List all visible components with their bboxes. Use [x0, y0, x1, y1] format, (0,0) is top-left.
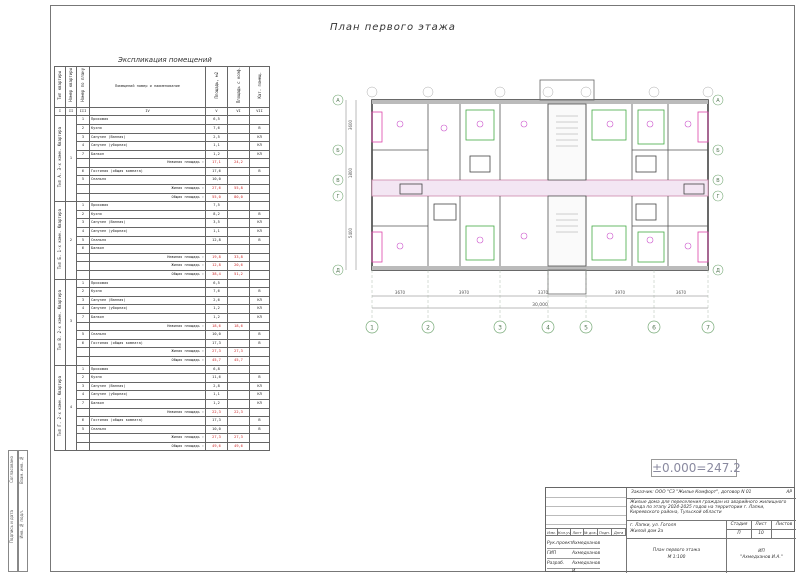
balcony: [697, 231, 709, 263]
sheet-number: 10: [751, 529, 772, 538]
role-name: Ахмедханов: [572, 550, 600, 559]
axis-marker-top: [580, 86, 592, 98]
revisions-area: Изм. Кол.уч Лист № док. Подп. Дата Рук.проект.…: [546, 488, 626, 574]
balcony: [371, 231, 383, 263]
axis-label: В: [336, 178, 340, 184]
axis-marker-top: [422, 86, 434, 98]
building-text: Жилой дом 2а: [630, 529, 664, 534]
revision-row: [546, 497, 626, 498]
drawing-name-cell: План первого этажа М 1:100: [626, 538, 726, 573]
stage-code: АР: [786, 490, 792, 495]
drawing-name: План первого этажа: [652, 548, 701, 553]
revision-col-head: Лист: [571, 528, 584, 536]
drawing-scale: М 1:100: [667, 555, 686, 560]
area-label-box: [469, 155, 491, 173]
entrance-porch: [547, 269, 587, 295]
dimension-label: 1800: [348, 167, 353, 178]
revision-col-head: Кол.уч: [558, 528, 571, 536]
wall-band: [372, 100, 708, 104]
axis-label: 3: [498, 325, 502, 332]
axis-marker-top: [366, 86, 378, 98]
axis-label: Б: [716, 148, 720, 154]
drawing-sheet: Согласовано Взам. инв. № Подпись и дата …: [0, 0, 800, 576]
revision-row: [546, 524, 626, 525]
elevation-mark: ±0.000=247.2: [651, 459, 741, 477]
revision-col-head: Подп.: [598, 528, 612, 536]
axis-label: 2: [426, 325, 430, 332]
customer-text: Заказчик: ООО "СЗ "Жилье Комфорт", догов…: [631, 490, 752, 495]
area-label-box: [433, 203, 457, 221]
project-cell: Жилые дома для переселения граждан из ав…: [626, 498, 796, 520]
role-name: Ахмедханов И.: [572, 561, 601, 574]
axis-label: В: [716, 178, 720, 184]
axis-marker-top: [702, 86, 714, 98]
stage-value: П: [727, 529, 752, 538]
address-cell: г. Лапки, ул. Гоголя Жилой дом 2а: [626, 520, 726, 538]
furniture: [591, 109, 627, 141]
balcony: [697, 111, 709, 143]
axis-label: Г: [716, 194, 719, 200]
axis-label: 4: [546, 325, 550, 332]
axis-label: 6: [652, 325, 656, 332]
stage-cell: Стадия Лист Листов П 10: [726, 520, 796, 538]
stairwell: [547, 103, 587, 181]
area-label-box: [635, 203, 657, 221]
role-label: Разраб.: [547, 560, 572, 569]
revision-row: [546, 515, 626, 516]
axis-marker-top: [542, 86, 554, 98]
revision-col-head: № док.: [584, 528, 598, 536]
dimension-label: 3970: [615, 290, 626, 295]
stage-head: Листов: [771, 521, 796, 530]
dimension-total: 30,000: [532, 302, 548, 308]
furniture: [637, 231, 665, 263]
role-name: Ахмедханов: [572, 540, 600, 549]
customer-cell: Заказчик: ООО "СЗ "Жилье Комфорт", догов…: [626, 488, 796, 498]
revision-col-head: Дата: [612, 528, 626, 536]
axis-label: Д: [716, 268, 720, 274]
role-label: ГИП: [547, 550, 572, 559]
stairwell: [547, 195, 587, 267]
area-label-box: [635, 155, 657, 173]
axis-label: 5: [584, 325, 588, 332]
dimension-label: 3370: [538, 290, 549, 295]
wall-band: [372, 266, 708, 270]
title-block: Заказчик: ООО "СЗ "Жилье Комфорт", догов…: [545, 487, 796, 574]
balcony: [371, 111, 383, 143]
dimension-label: 3670: [395, 290, 406, 295]
revision-row: [546, 506, 626, 507]
revision-col-head: Изм.: [546, 528, 558, 536]
dimension-label: 5400: [348, 227, 353, 238]
axis-label: А: [336, 98, 340, 104]
axis-marker-top: [494, 86, 506, 98]
furniture: [591, 225, 627, 261]
org-name: "Ахмедханов И.А.": [740, 555, 783, 560]
axis-label: Б: [336, 148, 340, 154]
axis-marker-top: [648, 86, 660, 98]
dimension-label: 3970: [459, 290, 470, 295]
furniture: [465, 109, 495, 141]
org-cell: ИП "Ахмедханов И.А.": [726, 538, 796, 573]
dimension-label: 3670: [676, 290, 687, 295]
axis-label: 7: [706, 325, 710, 332]
axis-label: Г: [336, 194, 339, 200]
role-label: Рук.проект.: [547, 540, 574, 549]
axis-label: А: [716, 98, 720, 104]
dimension-label: 3600: [348, 119, 353, 130]
axis-label: Д: [336, 268, 340, 274]
axis-label: 1: [370, 325, 374, 332]
